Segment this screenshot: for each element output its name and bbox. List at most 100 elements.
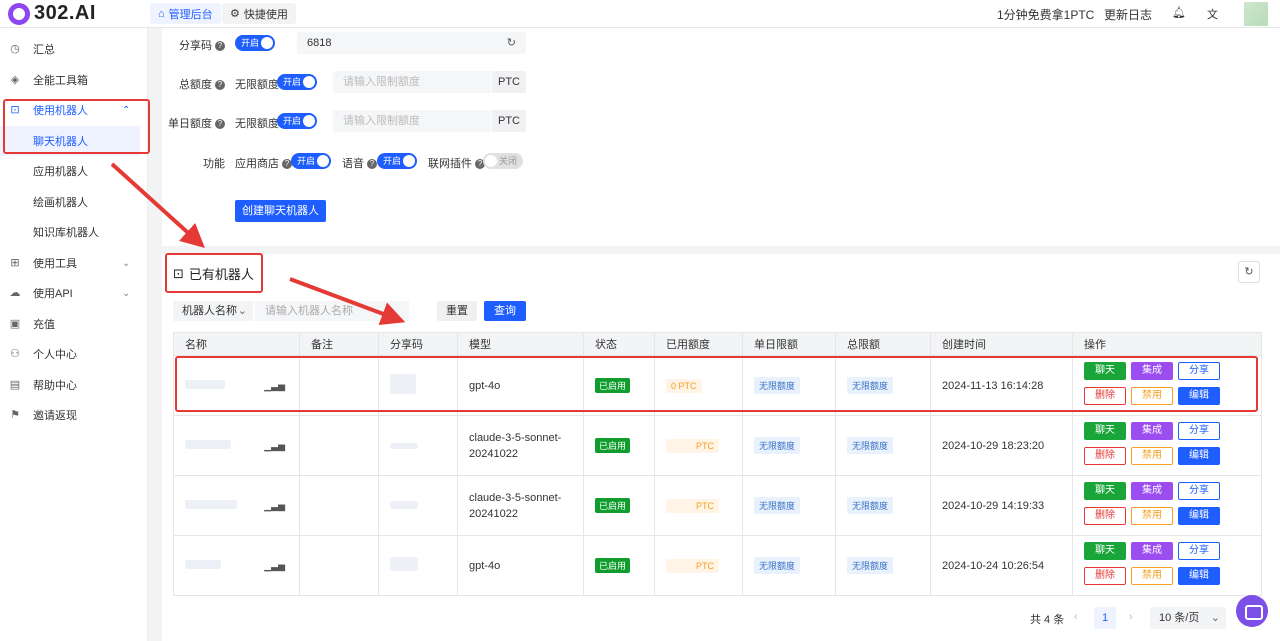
edit-button[interactable]: 编辑	[1178, 447, 1220, 465]
bot-name-cell[interactable]: ▁▃▅	[173, 475, 300, 536]
used-quota-badge: PTC	[666, 558, 719, 573]
chat-button[interactable]: 聊天	[1084, 482, 1126, 500]
column-header: 总限额	[835, 332, 931, 356]
sidebar-item-profile[interactable]: ⚇ 个人中心	[0, 339, 148, 369]
daily-unlimited-toggle[interactable]: 开启	[277, 113, 317, 129]
integrate-button[interactable]: 集成	[1131, 542, 1173, 560]
sidebar-item-use-tools[interactable]: ⊞ 使用工具 ⌄	[0, 248, 148, 278]
chat-button[interactable]: 聊天	[1084, 422, 1126, 440]
stats-icon[interactable]: ▁▃▅	[264, 501, 285, 512]
bot-name-cell[interactable]: ▁▃▅	[173, 415, 300, 476]
sidebar-item-use-api[interactable]: ☁ 使用API ⌄	[0, 278, 148, 308]
refresh-code-icon[interactable]: ↻	[507, 32, 516, 54]
refresh-list-button[interactable]: ↻	[1238, 261, 1260, 283]
column-header: 操作	[1072, 332, 1262, 356]
translate-icon[interactable]: 文	[1207, 6, 1218, 22]
redacted-code	[390, 557, 418, 571]
sidebar-item-invite[interactable]: ⚑ 邀请返现	[0, 400, 148, 430]
create-chat-bot-button[interactable]: 创建聊天机器人	[235, 200, 326, 222]
share-code-cell	[378, 415, 458, 476]
changelog-link[interactable]: 更新日志	[1104, 6, 1152, 23]
share-button[interactable]: 分享	[1178, 542, 1220, 560]
edit-button[interactable]: 编辑	[1178, 507, 1220, 525]
share-code-field[interactable]: 6818 ↻	[297, 32, 526, 54]
reset-button[interactable]: 重置	[437, 301, 477, 321]
brand-name: 302.AI	[34, 2, 96, 24]
sidebar-item-recharge[interactable]: ▣ 充值	[0, 309, 148, 339]
sidebar-item-toolbox[interactable]: ◈ 全能工具箱	[0, 65, 148, 95]
app-store-toggle[interactable]: 开启	[291, 153, 331, 169]
bot-name-search-input[interactable]: 请输入机器人名称	[255, 301, 409, 321]
query-button[interactable]: 查询	[484, 301, 526, 321]
status-cell: 已启用	[583, 415, 655, 476]
brand-logo[interactable]: 302.AI	[8, 2, 96, 25]
total-unlimited-toggle[interactable]: 开启	[277, 74, 317, 90]
total-limit-cell: 无限额度	[835, 415, 931, 476]
stats-icon[interactable]: ▁▃▅	[264, 561, 285, 572]
sidebar-item-label: 使用API	[33, 288, 73, 300]
tab-quick-use[interactable]: ⚙ 快捷使用	[222, 3, 296, 24]
delete-button[interactable]: 删除	[1084, 447, 1126, 465]
delete-button[interactable]: 删除	[1084, 567, 1126, 585]
sidebar-item-help[interactable]: ▤ 帮助中心	[0, 370, 148, 400]
redacted-name	[185, 559, 221, 569]
web-plugin-label: 联网插件?	[428, 155, 485, 171]
table-row: ▁▃▅ gpt-4o 已启用 PTC 无限额度 无限额度 2024-10-24 …	[173, 535, 1262, 596]
column-header: 状态	[583, 332, 655, 356]
avatar[interactable]	[1244, 2, 1268, 26]
chat-button[interactable]: 聊天	[1084, 542, 1126, 560]
share-button[interactable]: 分享	[1178, 482, 1220, 500]
prev-page-button[interactable]: ‹	[1074, 611, 1078, 623]
filter-field-select[interactable]: 机器人名称 ⌄	[173, 301, 253, 321]
total-limit-badge: 无限额度	[847, 437, 894, 454]
logo-icon	[8, 2, 30, 25]
stats-icon[interactable]: ▁▃▅	[264, 441, 285, 452]
voice-toggle[interactable]: 开启	[377, 153, 417, 169]
status-badge: 已启用	[595, 558, 631, 573]
share-button[interactable]: 分享	[1178, 422, 1220, 440]
sidebar-item-summary[interactable]: ◷ 汇总	[0, 34, 148, 64]
created-cell: 2024-10-29 18:23:20	[930, 415, 1073, 476]
web-plugin-toggle[interactable]: 关闭	[483, 153, 523, 169]
bot-name-cell[interactable]: ▁▃▅	[173, 535, 300, 596]
support-chat-button[interactable]	[1236, 595, 1268, 627]
share-code-toggle[interactable]: 开启	[235, 35, 275, 51]
share-code-cell	[378, 535, 458, 596]
used-quota-badge: PTC	[666, 498, 719, 513]
page-number-1[interactable]: 1	[1094, 607, 1116, 629]
sidebar-item-draw-bot[interactable]: 绘画机器人	[0, 187, 148, 217]
column-header: 单日限额	[742, 332, 836, 356]
created-cell: 2024-10-29 14:19:33	[930, 475, 1073, 536]
disable-button[interactable]: 禁用	[1131, 567, 1173, 585]
edit-button[interactable]: 编辑	[1178, 567, 1220, 585]
sidebar-item-kb-bot[interactable]: 知识库机器人	[0, 217, 148, 247]
sidebar-item-label: 全能工具箱	[33, 75, 88, 87]
redacted-code	[390, 442, 418, 449]
used-cell: PTC	[654, 475, 743, 536]
daily-limit-badge: 无限额度	[754, 557, 801, 574]
disable-button[interactable]: 禁用	[1131, 447, 1173, 465]
bell-icon[interactable]: 🔔︎	[1172, 6, 1186, 19]
total-quota-label: 总额度?	[155, 76, 225, 92]
help-icon: ?	[367, 159, 377, 170]
filter-select-value: 机器人名称	[182, 305, 237, 317]
page-size-select[interactable]: 10 条/页 ⌄	[1150, 607, 1226, 629]
daily-quota-input[interactable]: 请输入限制额度	[333, 110, 491, 132]
delete-button[interactable]: 删除	[1084, 507, 1126, 525]
disable-button[interactable]: 禁用	[1131, 507, 1173, 525]
daily-quota-unit: PTC	[492, 110, 526, 132]
sidebar-item-label: 使用工具	[33, 258, 77, 270]
invite-icon: ⚑	[10, 409, 20, 421]
total-limit-cell: 无限额度	[835, 535, 931, 596]
total-limit-badge: 无限额度	[847, 497, 894, 514]
integrate-button[interactable]: 集成	[1131, 422, 1173, 440]
total-quota-input[interactable]: 请输入限制额度	[333, 71, 491, 93]
tab-admin[interactable]: ⌂ 管理后台	[150, 3, 221, 24]
page-size-value: 10 条/页	[1159, 612, 1200, 624]
promo-link[interactable]: 1分钟免费拿1PTC	[997, 6, 1094, 23]
next-page-button[interactable]: ›	[1129, 611, 1133, 623]
sidebar-item-app-bot[interactable]: 应用机器人	[0, 156, 148, 186]
integrate-button[interactable]: 集成	[1131, 482, 1173, 500]
share-code-value: 6818	[307, 37, 332, 49]
daily-limit-cell: 无限额度	[742, 475, 836, 536]
